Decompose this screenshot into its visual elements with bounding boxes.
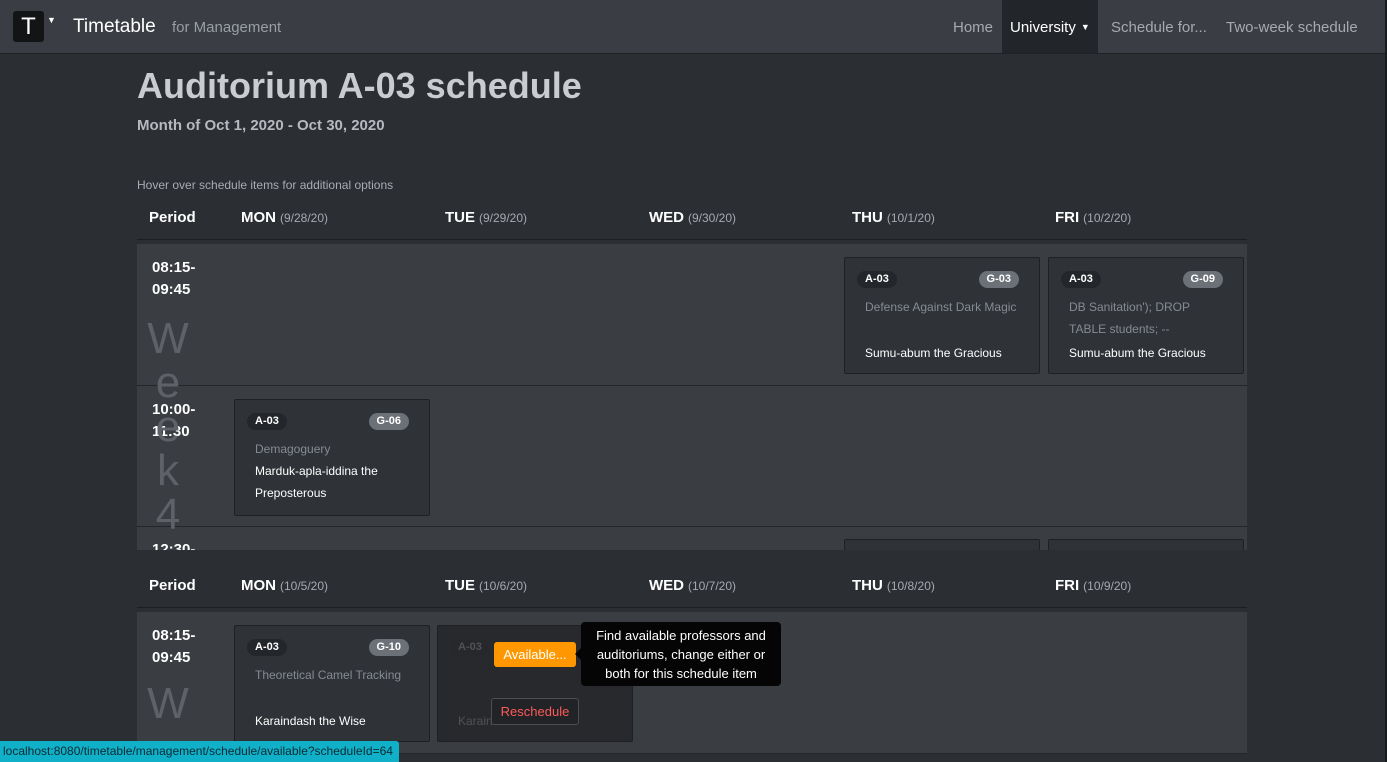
week-label-letter: e: [155, 402, 181, 451]
professor-name: Sumu-abum the Gracious: [1069, 346, 1206, 360]
header-date: (10/1/20): [886, 211, 935, 225]
reschedule-button[interactable]: Reschedule: [491, 698, 579, 725]
week-body: 08:15- 09:45 10:00- 11:30 12:30- W e e k 4…: [137, 244, 1247, 550]
header-day: MON: [241, 577, 276, 594]
header-mon: MON (10/5/20): [241, 577, 328, 594]
group-badge: G-03: [978, 271, 1019, 288]
schedule-item-card[interactable]: A-03 G-10 Theoretical Camel Tracking Kar…: [234, 625, 430, 742]
nav-university-dropdown[interactable]: University ▼: [1002, 0, 1098, 53]
period-0815: 08:15- 09:45: [152, 257, 195, 301]
header-date: (10/7/20): [688, 579, 737, 593]
header-date: (10/5/20): [280, 579, 329, 593]
subject-name: DB Sanitation'); DROP TABLE students; --: [1069, 300, 1190, 336]
status-bar-url: localhost:8080/timetable/management/sche…: [0, 741, 399, 762]
row-divider: [137, 526, 1247, 527]
header-day: THU: [852, 577, 883, 594]
header-period: Period: [149, 577, 196, 594]
week-label-letter: k: [157, 446, 179, 495]
header-date: (10/6/20): [479, 579, 528, 593]
hover-hint: Hover over schedule items for additional…: [137, 178, 394, 192]
subject-name: Defense Against Dark Magic: [865, 300, 1017, 314]
group-badge: G-10: [368, 639, 409, 656]
available-tooltip: Find available professors and auditorium…: [581, 622, 781, 686]
week-header: Period MON (10/5/20) TUE (10/6/20) WED (10/…: [137, 571, 1247, 608]
brand-subtitle: for Management: [172, 19, 282, 36]
period-0815: 08:15- 09:45: [152, 625, 195, 669]
header-day: FRI: [1055, 577, 1080, 594]
professor-name: Marduk-apla-iddina the Preposterous: [255, 464, 378, 500]
auditorium-badge: A-03: [450, 639, 490, 656]
header-day: THU: [852, 209, 883, 226]
schedule-item-card[interactable]: [1048, 539, 1244, 550]
period-start: 12:30-: [152, 541, 196, 550]
schedule-item-card[interactable]: A-03 G-03 Defense Against Dark Magic Sum…: [844, 257, 1040, 374]
header-wed: WED (9/30/20): [649, 209, 736, 226]
group-badge: G-06: [368, 413, 409, 430]
nav-university-label: University: [1010, 19, 1076, 36]
header-date: (9/28/20): [280, 211, 329, 225]
app-logo[interactable]: T: [13, 11, 44, 42]
header-tue: TUE (10/6/20): [445, 577, 527, 594]
header-day: TUE: [445, 577, 475, 594]
auditorium-badge: A-03: [247, 639, 287, 656]
header-tue: TUE (9/29/20): [445, 209, 527, 226]
top-navbar: T ▼ Timetable for Management Home Univer…: [0, 0, 1385, 54]
header-day: TUE: [445, 209, 475, 226]
header-date: (10/9/20): [1083, 579, 1132, 593]
week-label-letter: 4: [155, 490, 181, 539]
schedule-item-card[interactable]: [844, 539, 1040, 550]
week-label-letter: W: [147, 314, 189, 363]
header-date: (10/8/20): [886, 579, 935, 593]
nav-home[interactable]: Home: [953, 0, 993, 53]
professor-name: Sumu-abum the Gracious: [865, 346, 1002, 360]
week-4-table: Period MON (9/28/20) TUE (9/29/20) WED (9/3…: [137, 203, 1247, 550]
chevron-down-icon: ▼: [1080, 22, 1090, 32]
header-day: Period: [149, 209, 196, 226]
available-button[interactable]: Available...: [494, 642, 576, 667]
week-label-letter: e: [155, 358, 181, 407]
period-end: 09:45: [152, 649, 191, 666]
header-day: WED: [649, 209, 684, 226]
header-date: (9/29/20): [479, 211, 528, 225]
group-badge: G-09: [1182, 271, 1223, 288]
header-day: FRI: [1055, 209, 1080, 226]
header-date: (10/2/20): [1083, 211, 1132, 225]
week-label: W e e k 4: [145, 317, 191, 537]
auditorium-badge: A-03: [247, 413, 287, 430]
auditorium-badge: A-03: [857, 271, 897, 288]
header-wed: WED (10/7/20): [649, 577, 736, 594]
page-title: Auditorium A-03 schedule: [137, 65, 582, 106]
header-day: WED: [649, 577, 684, 594]
week-label: W: [145, 682, 191, 726]
chevron-down-icon[interactable]: ▼: [47, 15, 56, 25]
week-header: Period MON (9/28/20) TUE (9/29/20) WED (9/3…: [137, 203, 1247, 240]
schedule-item-card[interactable]: A-03 G-06 Demagoguery Marduk-apla-iddina…: [234, 399, 430, 516]
brand-title[interactable]: Timetable: [73, 16, 156, 38]
row-divider: [137, 385, 1247, 386]
header-day: MON: [241, 209, 276, 226]
period-1230: 12:30-: [152, 539, 195, 550]
auditorium-badge: A-03: [1061, 271, 1101, 288]
page-subtitle: Month of Oct 1, 2020 - Oct 30, 2020: [137, 117, 385, 134]
subject-name: Theoretical Camel Tracking: [255, 668, 402, 682]
header-date: (9/30/20): [688, 211, 737, 225]
header-thu: THU (10/1/20): [852, 209, 935, 226]
header-mon: MON (9/28/20): [241, 209, 328, 226]
nav-schedule-for[interactable]: Schedule for...: [1111, 0, 1207, 53]
professor-name: Karaindash the Wise: [255, 714, 366, 728]
header-thu: THU (10/8/20): [852, 577, 935, 594]
period-end: 09:45: [152, 281, 191, 298]
header-day: Period: [149, 577, 196, 594]
header-fri: FRI (10/9/20): [1055, 577, 1131, 594]
nav-two-week-schedule[interactable]: Two-week schedule: [1226, 0, 1358, 53]
schedule-item-card[interactable]: A-03 G-09 DB Sanitation'); DROP TABLE st…: [1048, 257, 1244, 374]
subject-name: Demagoguery: [255, 442, 331, 456]
header-fri: FRI (10/2/20): [1055, 209, 1131, 226]
period-start: 08:15-: [152, 627, 196, 644]
week-label-letter: W: [147, 679, 189, 728]
period-start: 08:15-: [152, 259, 196, 276]
header-period: Period: [149, 209, 196, 226]
